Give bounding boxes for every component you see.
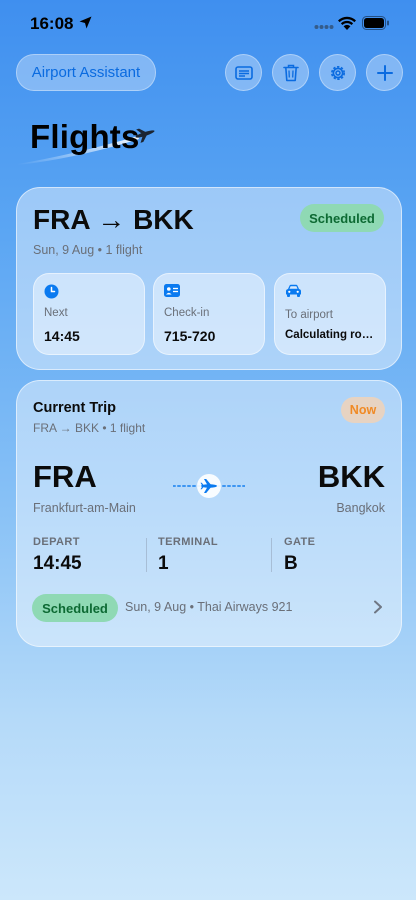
now-badge: Now (341, 397, 385, 423)
origin-code: FRA (33, 459, 97, 494)
to-airport-value: Calculating rou… (285, 329, 380, 341)
wifi-icon (338, 16, 356, 30)
divider (271, 538, 272, 572)
checkin-value: 715-720 (164, 328, 216, 344)
airport-assistant-button[interactable]: Airport Assistant (16, 54, 156, 91)
gate-value: B (284, 553, 298, 574)
current-trip-subtitle: FRA → BKK • 1 flight (33, 421, 146, 435)
next-label: Next (44, 307, 68, 319)
current-trip-card[interactable]: Current Trip FRA → BKK • 1 flight Now FR… (16, 380, 402, 647)
next-value: 14:45 (44, 328, 80, 344)
origin-city: Frankfurt-am-Main (33, 501, 136, 515)
status-time: 16:08 (30, 14, 74, 33)
location-arrow-icon (79, 16, 92, 29)
route-subtitle: Sun, 9 Aug • 1 flight (33, 243, 143, 257)
destination-city: Bangkok (336, 501, 385, 515)
route-title: FRA → BKK (33, 204, 194, 235)
gate-label: GATE (284, 536, 316, 548)
checkin-label: Check-in (164, 307, 210, 319)
to-airport-tile[interactable]: To airport Calculating rou… (274, 273, 386, 355)
signal-icon (314, 25, 334, 29)
flight-path-plane-icon (173, 474, 245, 498)
chevron-right-icon[interactable] (373, 600, 383, 614)
status-badge: Scheduled (300, 204, 384, 232)
boarding-pass-button[interactable] (225, 54, 262, 91)
current-trip-title: Current Trip (33, 400, 116, 416)
trash-icon (282, 64, 299, 81)
boarding-pass-icon (234, 65, 253, 80)
battery-icon (362, 16, 389, 30)
id-card-icon (164, 284, 180, 297)
flight-summary-card[interactable]: FRA → BKK Sun, 9 Aug • 1 flight Schedule… (16, 187, 402, 370)
trip-details: Sun, 9 Aug • Thai Airways 921 (125, 600, 293, 614)
add-flight-button[interactable] (366, 54, 403, 91)
clock-icon (44, 284, 59, 299)
to-airport-label: To airport (285, 309, 333, 321)
car-icon (286, 284, 301, 297)
trip-status-badge: Scheduled (32, 594, 118, 622)
next-tile[interactable]: Next 14:45 (33, 273, 145, 355)
status-bar: 16:08 (0, 0, 416, 46)
destination-code: BKK (317, 459, 385, 494)
checkin-tile[interactable]: Check-in 715-720 (153, 273, 265, 355)
terminal-value: 1 (158, 553, 169, 574)
terminal-label: TERMINAL (158, 536, 219, 548)
depart-value: 14:45 (33, 553, 82, 574)
delete-button[interactable] (272, 54, 309, 91)
gear-icon (330, 65, 345, 80)
plus-icon (376, 64, 393, 81)
settings-button[interactable] (319, 54, 356, 91)
page-title: Flights (30, 118, 140, 155)
depart-label: DEPART (33, 536, 80, 548)
divider (146, 538, 147, 572)
